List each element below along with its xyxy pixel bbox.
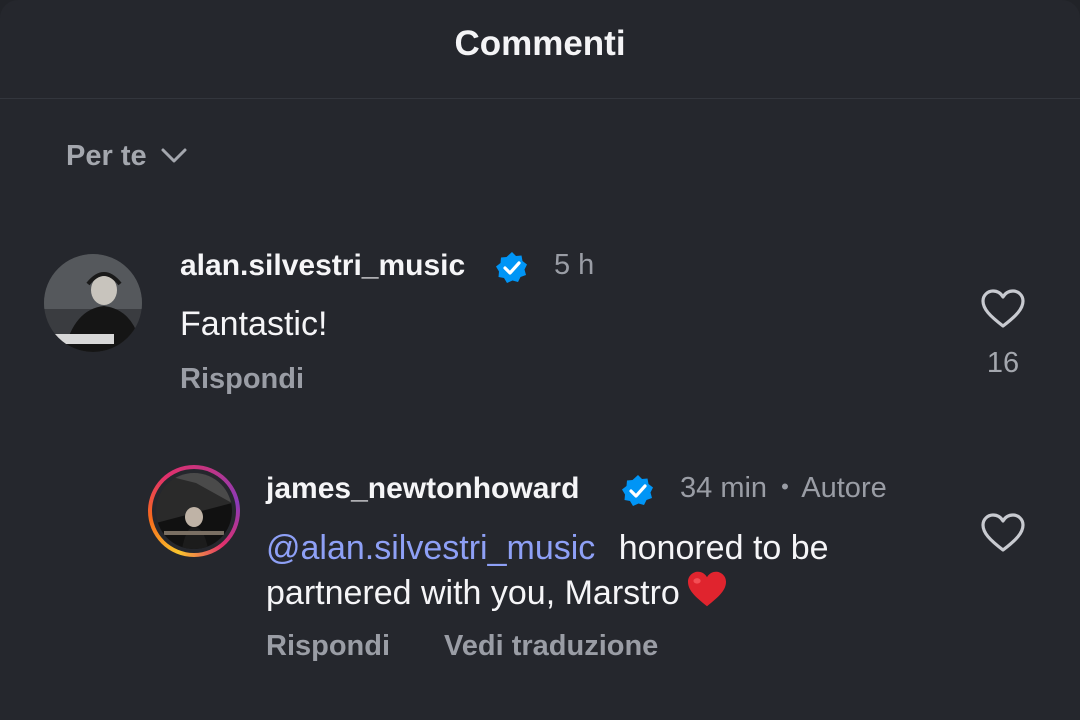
sheet-title: Commenti [454,24,626,63]
heart-outline-icon[interactable] [980,512,1026,554]
reply-timestamp: 34 min [680,472,768,504]
comment-text: Fantastic! [180,305,328,343]
verified-badge-icon [496,252,527,283]
story-ring[interactable] [148,465,240,557]
reply-button[interactable]: Rispondi [180,363,304,396]
author-badge: Autore [801,472,887,504]
mention-text: @alan.silvestri_music [266,529,596,567]
reply-text-line2: partnered with you, Marstro [266,574,680,612]
reply-text: @alan.silvestri_music honored to be part… [266,526,966,615]
reply-button[interactable]: Rispondi [266,630,390,663]
reply-text-line1: honored to be [609,529,829,567]
avatar[interactable] [44,254,142,352]
avatar [156,473,232,549]
chevron-down-icon [161,148,187,163]
comments-sheet: Commenti Per te alan.silvestri_music 5 h… [0,0,1080,720]
reply-meta: 34 min • Autore [680,472,887,505]
reply-username[interactable]: james_newtonhoward [266,472,579,506]
comment-username[interactable]: alan.silvestri_music [180,249,465,283]
red-heart-emoji-icon [687,571,726,607]
avatar-photo [44,254,142,352]
sort-label: Per te [66,139,147,172]
avatar-photo [156,473,232,549]
like-count: 16 [986,347,1020,379]
sheet-header: Commenti [0,0,1080,99]
comment-timestamp: 5 h [554,249,595,281]
meta-separator: • [781,474,789,499]
heart-outline-icon[interactable] [980,288,1026,330]
verified-badge-icon [622,475,653,506]
see-translation-button[interactable]: Vedi traduzione [444,630,658,663]
sort-dropdown[interactable]: Per te [66,136,189,176]
mention-link[interactable]: @alan.silvestri_music [266,529,595,567]
